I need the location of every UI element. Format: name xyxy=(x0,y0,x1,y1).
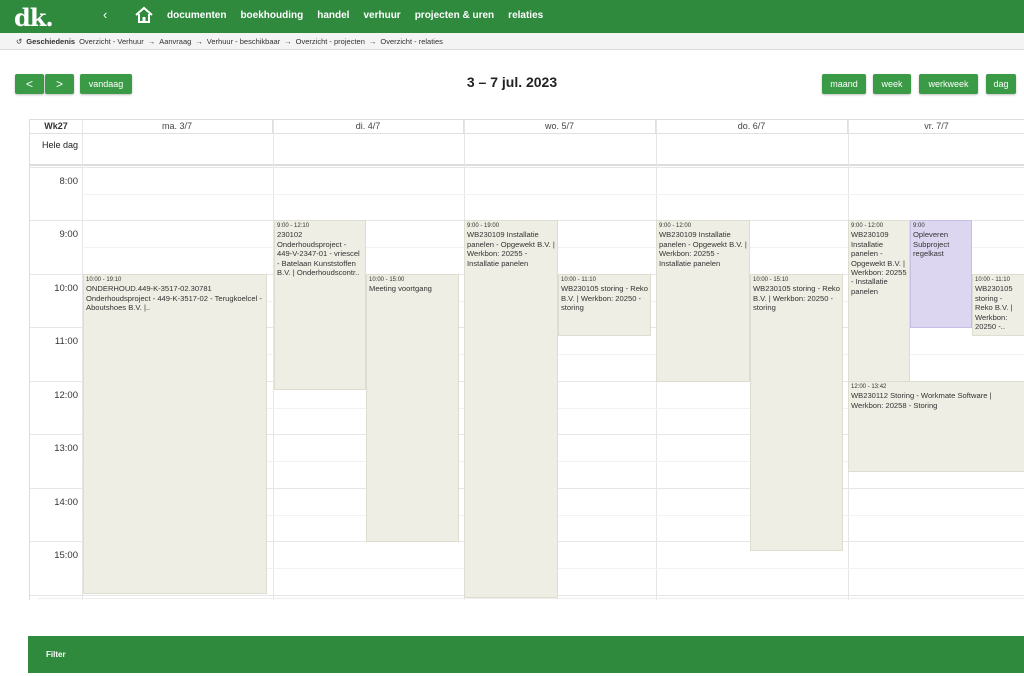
event-description: WB230109 Installatie panelen - Opgewekt … xyxy=(659,230,747,268)
day-header-wed[interactable]: wo. 5/7 xyxy=(464,120,656,134)
hour-line xyxy=(30,167,1024,168)
event-time: 10:00 - 11:10 xyxy=(975,277,1010,283)
event-description: Opleveren Subproject regelkast xyxy=(913,230,950,259)
event-time: 10:00 - 11:10 xyxy=(561,277,596,283)
event-description: WB230105 storing - Reko B.V. | Werkbon: … xyxy=(561,284,648,313)
view-workweek-button[interactable]: werkweek xyxy=(919,74,978,94)
hour-label: 13:00 xyxy=(54,443,78,454)
event-description: WB230105 storing - Reko B.V. | Werkbon: … xyxy=(753,284,840,313)
breadcrumb-separator: → xyxy=(284,36,292,46)
breadcrumb-item[interactable]: Aanvraag xyxy=(159,37,191,46)
all-day-divider xyxy=(30,164,1024,166)
main-menu: documenten boekhouding handel verhuur pr… xyxy=(167,10,543,21)
event-time: 9:00 - 12:00 xyxy=(659,223,692,229)
calendar-event[interactable]: 10:00 - 15:10 WB230105 storing - Reko B.… xyxy=(750,274,843,551)
calendar-event[interactable]: 10:00 - 15:00 Meeting voortgang xyxy=(366,274,459,542)
calendar-event[interactable]: 9:00 Opleveren Subproject regelkast xyxy=(910,220,972,328)
view-week-button[interactable]: week xyxy=(873,74,911,94)
event-description: WB230112 Storing - Workmate Software | W… xyxy=(851,391,992,410)
day-header-fri[interactable]: vr. 7/7 xyxy=(848,120,1024,134)
event-description: WB230109 Installatie panelen - Opgewekt … xyxy=(467,230,555,268)
hour-label: 10:00 xyxy=(54,283,78,294)
breadcrumb-separator: → xyxy=(368,36,377,46)
week-number: Wk27 xyxy=(30,120,83,134)
filter-label: Filter xyxy=(46,650,66,659)
back-chevron-icon[interactable]: ‹ xyxy=(103,7,107,22)
calendar-event[interactable]: 12:00 - 13:42 WB230112 Storing - Workmat… xyxy=(848,381,1024,472)
app-logo[interactable]: dk. xyxy=(14,3,54,32)
hour-label: 11:00 xyxy=(54,336,78,347)
event-time: 9:00 - 12:10 xyxy=(277,223,310,229)
event-description: WB230109 Installatie panelen - Opgewekt … xyxy=(851,230,907,296)
nav-documenten[interactable]: documenten xyxy=(167,10,226,21)
breadcrumb-item[interactable]: Overzicht - relaties xyxy=(380,37,443,46)
nav-relaties[interactable]: relaties xyxy=(508,10,543,21)
view-day-button[interactable]: dag xyxy=(986,74,1016,94)
day-header-mon[interactable]: ma. 3/7 xyxy=(82,120,273,134)
week-calendar: Wk27 ma. 3/7 di. 4/7 wo. 5/7 do. 6/7 vr.… xyxy=(29,119,1024,600)
day-header-tue[interactable]: di. 4/7 xyxy=(273,120,464,134)
breadcrumb-item[interactable]: Overzicht - projecten xyxy=(296,37,365,46)
view-month-button[interactable]: maand xyxy=(822,74,866,94)
top-navigation-bar: dk. ‹ documenten boekhouding handel verh… xyxy=(0,0,1024,33)
hour-label: 8:00 xyxy=(59,176,79,187)
calendar-event[interactable]: 10:00 - 11:10 WB230105 storing - Reko B.… xyxy=(558,274,651,336)
breadcrumb-separator: → xyxy=(195,36,203,46)
event-time: 10:00 - 19:10 xyxy=(86,277,122,283)
filter-panel-toggle[interactable]: Filter xyxy=(28,636,1024,673)
calendar-event[interactable]: 9:00 - 12:10 230102 Onderhoudsproject - … xyxy=(274,220,366,390)
half-hour-line xyxy=(82,194,1024,195)
hour-label: 14:00 xyxy=(54,497,78,508)
event-time: 9:00 xyxy=(913,223,925,229)
calendar-event[interactable]: 9:00 - 12:00 WB230109 Installatie panele… xyxy=(656,220,750,382)
nav-verhuur[interactable]: verhuur xyxy=(363,10,400,21)
breadcrumb-item[interactable]: Verhuur - beschikbaar xyxy=(207,37,280,46)
event-time: 10:00 - 15:10 xyxy=(753,277,789,283)
history-label[interactable]: Geschiedenis xyxy=(26,37,75,46)
history-icon: ↺ xyxy=(16,36,23,46)
all-day-label: Hele dag xyxy=(41,140,78,150)
breadcrumb-item[interactable]: Overzicht - Verhuur xyxy=(79,37,144,46)
day-header-thu[interactable]: do. 6/7 xyxy=(656,120,848,134)
calendar-event[interactable]: 9:00 - 19:00 WB230109 Installatie panele… xyxy=(464,220,558,598)
hour-label: 15:00 xyxy=(54,550,78,561)
event-time: 10:00 - 15:00 xyxy=(369,277,405,283)
date-range-title: 3 – 7 jul. 2023 xyxy=(466,74,558,90)
event-description: WB230105 storing - Reko B.V. | Werkbon: … xyxy=(975,284,1013,332)
event-time: 9:00 - 19:00 xyxy=(467,223,500,229)
event-description: 230102 Onderhoudsproject - 449-V-2347-01… xyxy=(277,230,360,278)
nav-boekhouding[interactable]: boekhouding xyxy=(240,10,303,21)
calendar-event[interactable]: 10:00 - 19:10 ONDERHOUD.449-K-3517-02.30… xyxy=(83,274,267,594)
event-time: 12:00 - 13:42 xyxy=(851,384,887,390)
hour-label: 9:00 xyxy=(59,229,79,240)
event-description: ONDERHOUD.449-K-3517-02.30781 Onderhouds… xyxy=(86,284,262,313)
home-icon[interactable] xyxy=(134,5,154,25)
nav-projecten-uren[interactable]: projecten & uren xyxy=(415,10,494,21)
breadcrumb-separator: → xyxy=(147,36,156,46)
calendar-event[interactable]: 9:00 - 12:00 WB230109 Installatie panele… xyxy=(848,220,910,382)
event-time: 9:00 - 12:00 xyxy=(851,223,884,229)
calendar-event[interactable]: 10:00 - 11:10 WB230105 storing - Reko B.… xyxy=(972,274,1024,336)
hour-label: 12:00 xyxy=(54,390,78,401)
nav-handel[interactable]: handel xyxy=(317,10,349,21)
horizontal-scrollbar[interactable] xyxy=(38,598,1024,609)
breadcrumb: ↺ Geschiedenis Overzicht - Verhuur → Aan… xyxy=(0,33,1024,50)
event-description: Meeting voortgang xyxy=(369,284,432,294)
